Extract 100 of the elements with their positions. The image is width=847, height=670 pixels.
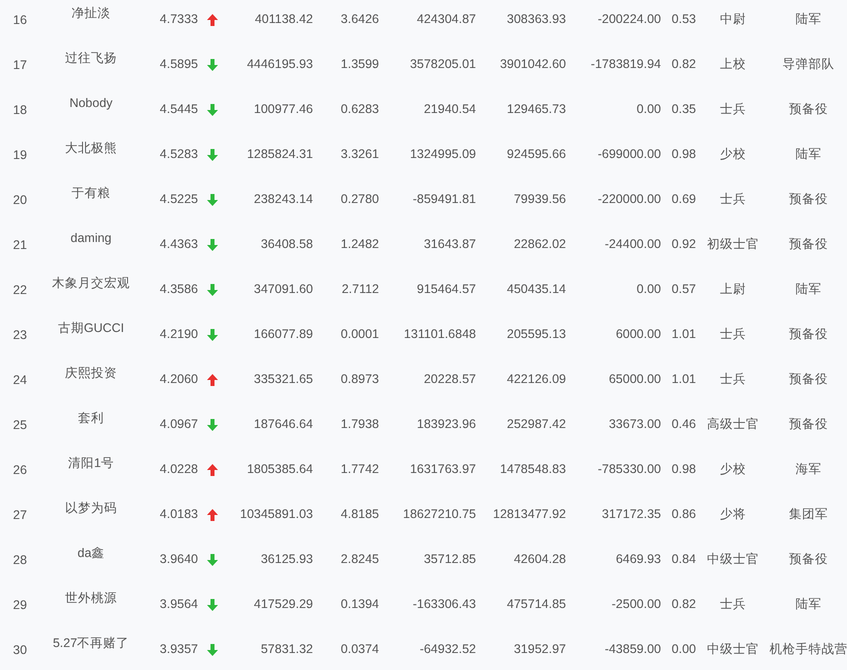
table-cell-text: 166077.89 — [254, 326, 313, 344]
table-cell-text: 1.01 — [672, 371, 696, 388]
table-cell-text: 183923.96 — [416, 416, 476, 434]
table-cell-text: 238243.14 — [254, 191, 313, 208]
table-cell-text: 0.92 — [672, 236, 696, 254]
table-cell-text: -699000.00 — [598, 146, 661, 164]
table-cell-text: 3.3261 — [340, 146, 379, 164]
name-text: Nobody — [69, 95, 113, 112]
branch-text: 预备役 — [789, 326, 828, 344]
table-cell-text: 4.8185 — [340, 506, 379, 524]
table-cell-text: 0.69 — [672, 191, 696, 208]
rank-text: 16 — [13, 12, 27, 26]
table-cell-text: -859491.81 — [412, 191, 476, 208]
branch-text: 机枪手特战营 — [770, 641, 847, 658]
table-cell-text: 79939.56 — [514, 191, 566, 208]
name-text: 以梦为码 — [65, 500, 117, 518]
name-text: 大北极熊 — [65, 140, 117, 158]
branch-text: 预备役 — [789, 191, 828, 208]
table-cell-text: 0.46 — [672, 416, 696, 434]
table-cell-text: 1478548.83 — [500, 461, 566, 478]
name-text: 木象月交宏观 — [52, 275, 130, 292]
table-cell-text: 0.98 — [672, 461, 696, 478]
rank-text: 17 — [13, 58, 27, 72]
table-cell-text: 424304.87 — [416, 11, 476, 28]
score-text: 4.7333 — [160, 11, 198, 28]
table-cell-text: 924595.66 — [506, 146, 566, 164]
table-cell-text: 42604.28 — [514, 551, 566, 568]
table-cell-text: 187646.64 — [254, 416, 313, 434]
branch-text: 预备役 — [789, 551, 828, 568]
branch-text: 陆军 — [796, 281, 822, 298]
rank-text: 26 — [13, 462, 27, 476]
rank-title-text: 少将 — [720, 506, 746, 524]
score-text: 3.9357 — [160, 641, 198, 658]
table-cell-text: 1324995.09 — [410, 146, 476, 164]
table-cell-text: -43859.00 — [604, 641, 661, 658]
score-text: 4.5225 — [160, 191, 198, 208]
rank-title-text: 少校 — [720, 461, 746, 478]
score-text: 4.5445 — [160, 101, 198, 118]
score-text: 4.2060 — [160, 371, 198, 388]
table-cell-text: 1.01 — [672, 326, 696, 344]
score-text: 4.0228 — [160, 461, 198, 478]
table-cell-text: 100977.46 — [254, 101, 313, 118]
rank-title-text: 士兵 — [720, 191, 746, 208]
table-cell-text: 3.6426 — [340, 11, 379, 28]
score-text: 4.2190 — [160, 326, 198, 344]
table-cell-text: 0.86 — [672, 506, 696, 524]
rank-text: 28 — [13, 552, 27, 566]
table-cell-text: -64932.52 — [420, 641, 476, 658]
table-cell-text: 0.82 — [672, 596, 696, 614]
table-cell-text: 0.84 — [672, 551, 696, 568]
rank-text: 20 — [13, 192, 27, 206]
rank-text: 22 — [13, 282, 27, 296]
score-text: 4.5283 — [160, 146, 198, 164]
table-cell-text: 0.57 — [672, 281, 696, 298]
branch-text: 预备役 — [789, 416, 828, 434]
table-cell-text: 915464.57 — [416, 281, 476, 298]
table-cell-text: -200224.00 — [598, 11, 661, 28]
table-cell-text: 450435.14 — [506, 281, 566, 298]
table-cell-text: 0.6283 — [340, 101, 379, 118]
table-cell-text: 1.7938 — [340, 416, 379, 434]
table-cell-text: 422126.09 — [506, 371, 566, 388]
table-cell-text: 0.00 — [636, 101, 661, 118]
name-text: 庆熙投资 — [65, 365, 117, 382]
name-text: 套利 — [78, 410, 104, 428]
table-cell-text: 1.2482 — [340, 236, 379, 254]
table-cell-text: 20228.57 — [424, 371, 476, 388]
rank-title-text: 上尉 — [720, 281, 746, 298]
branch-text: 预备役 — [789, 371, 828, 388]
table-cell-text: 1631763.97 — [410, 461, 476, 478]
rank-title-text: 少校 — [720, 146, 746, 164]
name-text: 5.27不再赌了 — [52, 635, 130, 652]
table-cell-text: 475714.85 — [506, 596, 566, 614]
table-cell-text: 317172.35 — [602, 506, 661, 524]
table-cell-text: 0.8973 — [340, 371, 379, 388]
rank-text: 27 — [13, 508, 27, 522]
branch-text: 导弹部队 — [782, 56, 834, 74]
table-cell-text: 205595.13 — [506, 326, 566, 344]
table-cell-text: 0.82 — [672, 56, 696, 74]
table-cell-text: 21940.54 — [424, 101, 476, 118]
name-text: da鑫 — [78, 545, 104, 562]
branch-text: 陆军 — [796, 11, 822, 28]
branch-text: 预备役 — [789, 101, 828, 118]
table-cell-text: -220000.00 — [598, 191, 661, 208]
rank-title-text: 中级士官 — [707, 641, 759, 658]
score-text: 4.0183 — [160, 506, 198, 524]
table-cell-text: 36125.93 — [260, 551, 313, 568]
table-cell-text: 65000.00 — [608, 371, 661, 388]
name-text: 于有粮 — [72, 185, 110, 202]
rank-title-text: 士兵 — [720, 596, 746, 614]
score-text: 3.9564 — [160, 596, 198, 614]
rank-title-text: 高级士官 — [707, 416, 759, 434]
rank-title-text: 士兵 — [720, 101, 746, 118]
table-cell-text: 0.1394 — [340, 596, 379, 614]
table-cell-text: 0.98 — [672, 146, 696, 164]
table-cell-text: -2500.00 — [612, 596, 661, 614]
name-text: daming — [70, 230, 112, 248]
branch-text: 集团军 — [789, 506, 828, 524]
table-cell-text: 0.00 — [636, 281, 661, 298]
table-cell-text: 0.35 — [672, 101, 696, 118]
table-cell-text: 36408.58 — [260, 236, 313, 254]
